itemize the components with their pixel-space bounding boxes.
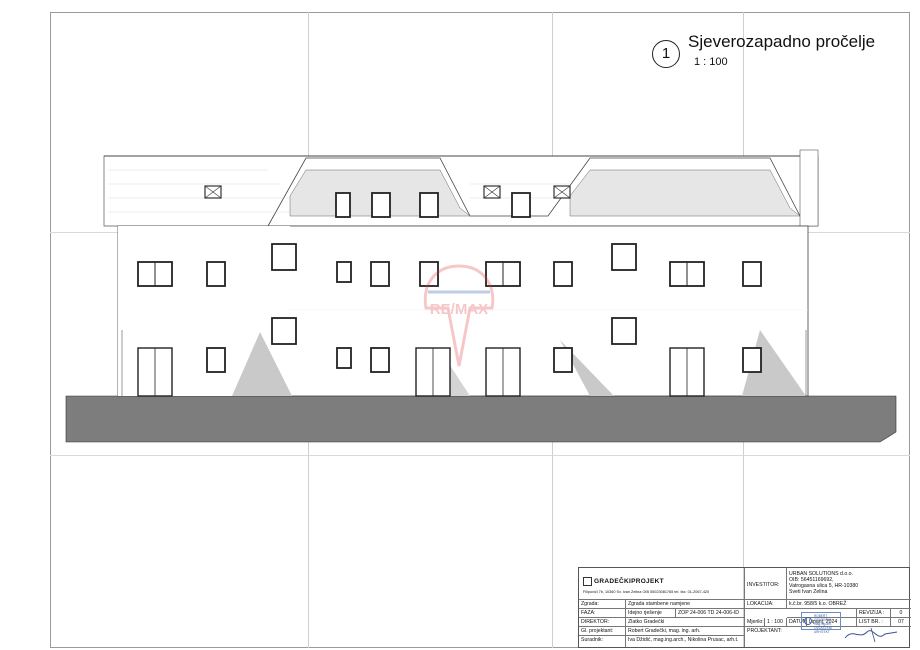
stamp-line: ROBERT GRADEČKI — [814, 614, 831, 622]
title-block: GRADEČKIPROJEKT Filipovići 7b, 10360 Sv.… — [578, 567, 911, 648]
row-value: Robert Gradečki, mag. ing. arh. — [626, 627, 745, 636]
scale-value: 1 : 100 — [765, 618, 787, 627]
architect-stamp: ROBERT GRADEČKI mag.ing.arh. OVLAŠTENI A… — [801, 612, 841, 634]
ground-slab — [65, 395, 897, 443]
firm-name: GRADEČKIPROJEKT — [594, 578, 664, 586]
firm-address: Filipovići 7b, 10360 Sv. Ivan Zelina OIB… — [583, 590, 710, 594]
row-label: FAZA: — [579, 609, 626, 618]
location-label: LOKACIJA: — [745, 600, 787, 609]
row-value: Idejno rješenje — [626, 609, 676, 618]
row-label: Gl. projektant: — [579, 627, 626, 636]
firm-logo-cell: GRADEČKIPROJEKT Filipovići 7b, 10360 Sv.… — [579, 568, 745, 600]
row-label: DIREKTOR: — [579, 618, 626, 627]
firm-logo-icon — [583, 577, 592, 586]
row-label: Zgrada: — [579, 600, 626, 609]
stamp-seal-icon — [804, 617, 812, 625]
row-value: Zlatko Gradečki — [626, 618, 745, 627]
row-label: Suradnik: — [579, 636, 626, 647]
designer-label: PROJEKTANT: — [747, 628, 782, 634]
revision-label: REVIZIJA : — [857, 609, 891, 618]
remax-watermark-logo: RE/MAX — [423, 264, 495, 367]
investor-line: Sveti Ivan Zelina — [789, 589, 828, 595]
chimney — [799, 149, 819, 227]
remax-watermark-text: RE/MAX — [430, 301, 488, 318]
location-value: k.č.br. 958/5 k.o. OBREŽ — [787, 600, 911, 609]
investor-info: URBAN SOLUTIONS d.o.o. OIB: 56451169692,… — [787, 568, 911, 600]
stamp-line: OVLAŠTENI ARHITEKT — [814, 626, 832, 634]
scale-label: Mjerilo: — [745, 618, 765, 627]
project-code: ZOP 24-006 TD 24-006-ID — [676, 609, 745, 618]
dormer-shade — [569, 169, 801, 217]
row-value: Zgrada stambene namjene — [626, 600, 745, 609]
row-value: Iva Džidić, mag.ing.arch., Nikolina Prus… — [626, 636, 745, 647]
signature — [844, 627, 898, 643]
investor-label: INVESTITOR: — [745, 568, 787, 600]
firm-logo: GRADEČKIPROJEKT — [583, 577, 664, 586]
revision-value: 0 — [891, 609, 911, 618]
